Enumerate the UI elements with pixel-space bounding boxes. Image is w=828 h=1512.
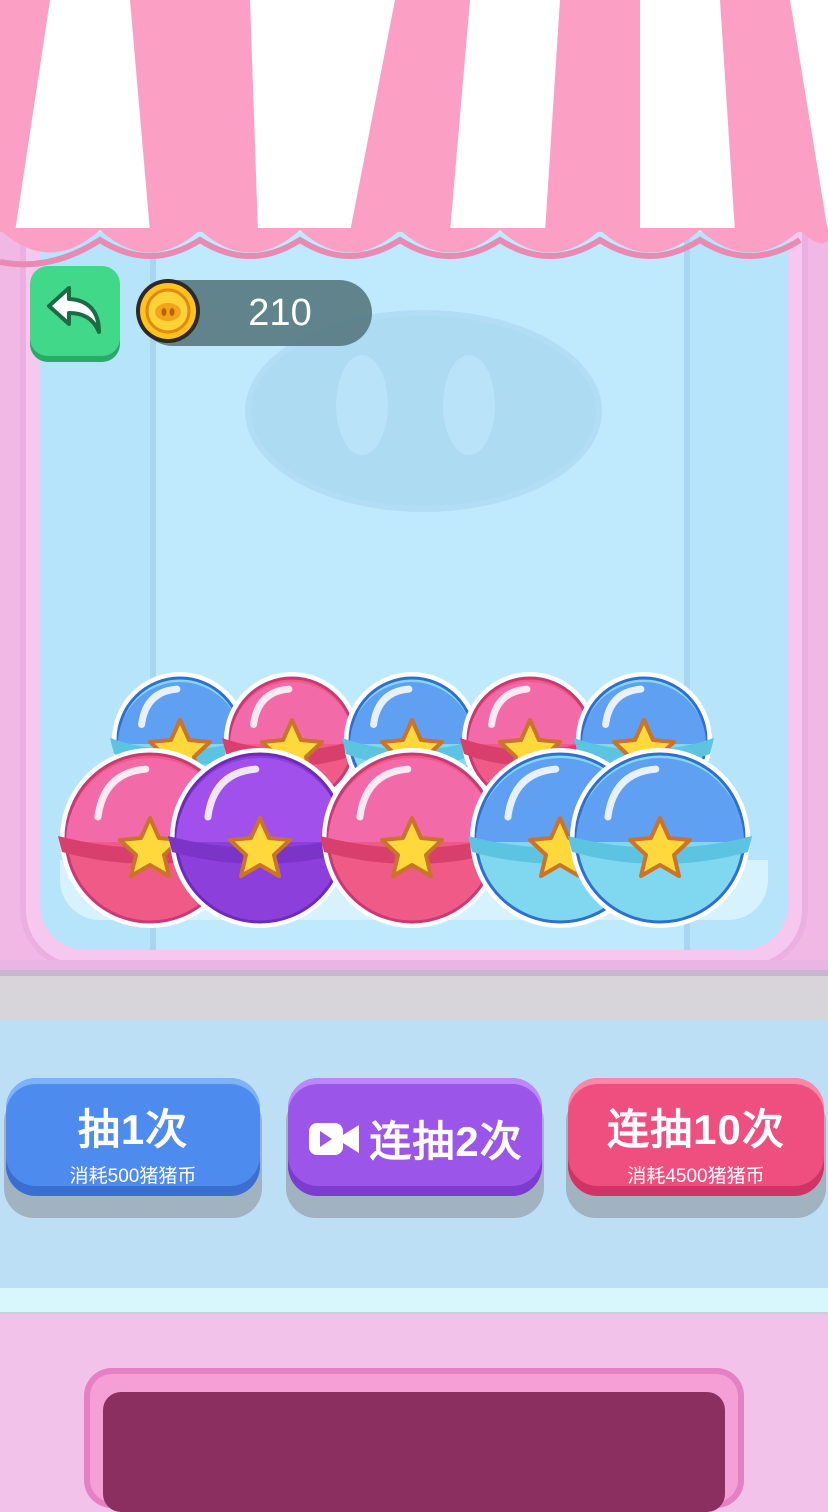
video-camera-icon	[309, 1122, 360, 1155]
pig-nostril-left	[336, 355, 388, 455]
draw-two-button[interactable]: 连抽2次	[288, 1078, 542, 1196]
draw-one-button[interactable]: 抽1次 消耗500猪猪币	[6, 1078, 260, 1196]
draw-two-label: 连抽2次	[369, 1118, 523, 1165]
control-panel-lip	[0, 1288, 828, 1316]
striped-awning	[0, 0, 828, 268]
prize-slot	[103, 1392, 725, 1512]
draw-ten-button[interactable]: 连抽10次 消耗4500猪猪币	[568, 1078, 824, 1196]
draw-one-label: 抽1次	[77, 1106, 189, 1153]
pig-nostril-right	[443, 355, 495, 455]
back-button[interactable]	[30, 266, 120, 356]
pig-coin-icon	[136, 279, 200, 343]
coin-balance-value: 210	[248, 292, 312, 334]
draw-ten-cost: 消耗4500猪猪币	[627, 1166, 765, 1187]
draw-ten-label: 连抽10次	[607, 1106, 785, 1153]
draw-one-cost: 消耗500猪猪币	[69, 1166, 197, 1187]
capsule-pile	[58, 672, 752, 928]
back-arrow-icon	[47, 286, 101, 334]
